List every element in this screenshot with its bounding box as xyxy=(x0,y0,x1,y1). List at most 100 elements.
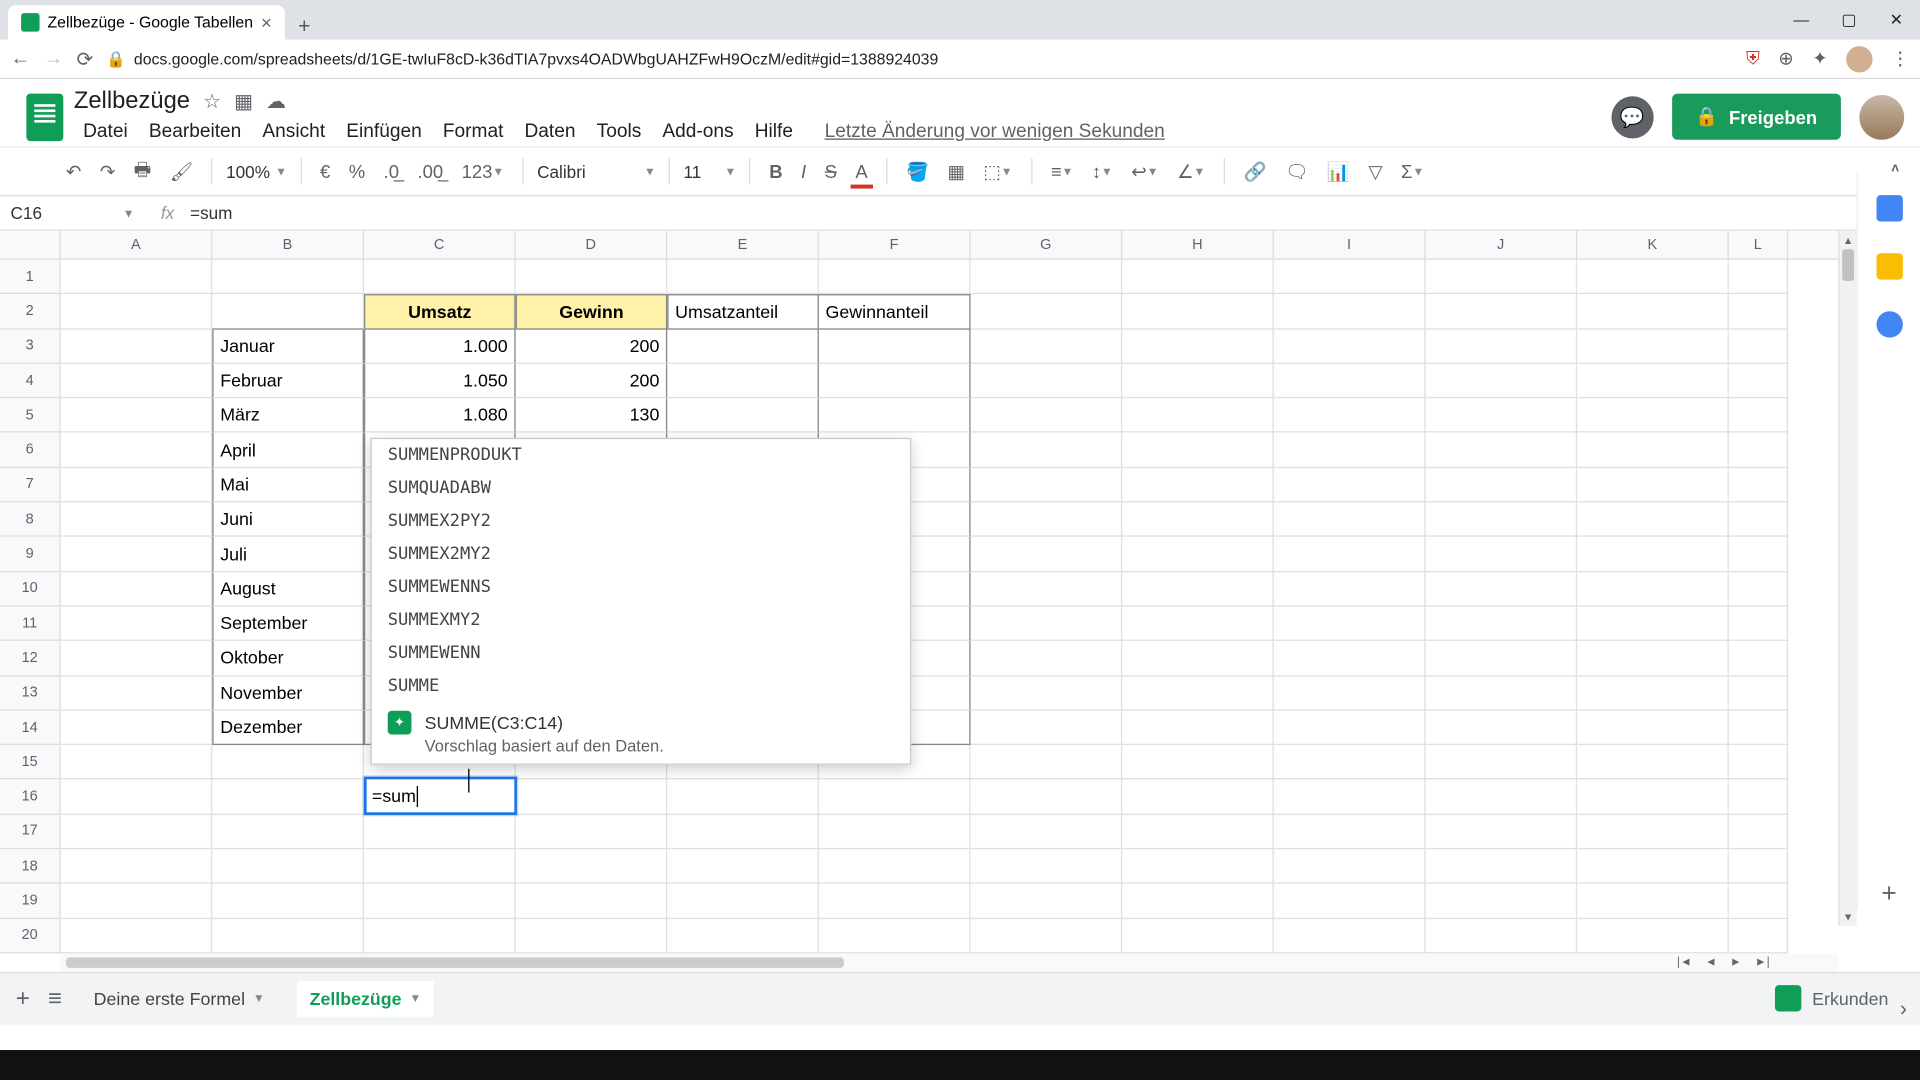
col-header[interactable]: I xyxy=(1274,231,1426,259)
cell[interactable] xyxy=(1729,503,1788,538)
cell[interactable] xyxy=(364,260,516,295)
cell[interactable] xyxy=(1122,398,1274,433)
cell[interactable] xyxy=(819,260,971,295)
cell[interactable] xyxy=(1426,260,1578,295)
cell[interactable] xyxy=(1426,398,1578,433)
menu-ansicht[interactable]: Ansicht xyxy=(253,117,334,146)
cell[interactable] xyxy=(212,745,364,780)
cell[interactable] xyxy=(1426,849,1578,884)
cell[interactable] xyxy=(1122,329,1274,364)
cell[interactable] xyxy=(667,919,819,954)
cell[interactable] xyxy=(1577,607,1729,642)
cell[interactable] xyxy=(61,607,213,642)
font-size-selector[interactable]: 11▼ xyxy=(684,162,737,182)
cell[interactable]: 1.050 xyxy=(364,364,516,399)
cell[interactable] xyxy=(819,919,971,954)
spreadsheet-grid[interactable]: A B C D E F G H I J K L 12UmsatzGewinnUm… xyxy=(0,231,1920,954)
cell[interactable] xyxy=(819,815,971,850)
italic-icon[interactable]: I xyxy=(796,157,812,186)
tab-scroll-right-icon[interactable]: ► xyxy=(1725,952,1747,970)
cell[interactable] xyxy=(1122,433,1274,468)
rotate-icon[interactable]: ∠▼ xyxy=(1172,156,1211,186)
cell[interactable] xyxy=(61,919,213,954)
col-header[interactable]: G xyxy=(971,231,1123,259)
new-tab-button[interactable]: + xyxy=(285,16,324,40)
cell[interactable] xyxy=(61,433,213,468)
strike-icon[interactable]: S xyxy=(819,157,842,186)
cell[interactable] xyxy=(1729,919,1788,954)
cell[interactable] xyxy=(1122,294,1274,329)
row-header[interactable]: 3 xyxy=(0,329,61,364)
horizontal-scrollbar[interactable]: |◄ ◄ ► ►| xyxy=(61,953,1839,971)
cell[interactable] xyxy=(1577,364,1729,399)
name-box[interactable]: C16▼ xyxy=(0,203,145,223)
cell[interactable] xyxy=(1274,364,1426,399)
adblock-icon[interactable]: ⛨ xyxy=(1746,47,1760,69)
cell[interactable]: Februar xyxy=(212,364,364,399)
cell[interactable] xyxy=(516,780,668,815)
cell[interactable] xyxy=(819,849,971,884)
share-button[interactable]: 🔒 Freigeben xyxy=(1672,94,1841,140)
cell[interactable] xyxy=(1729,849,1788,884)
ac-item[interactable]: SUMMEX2PY2 xyxy=(372,505,910,538)
ac-item[interactable]: SUMMEWENNS xyxy=(372,571,910,604)
cell[interactable] xyxy=(1426,884,1578,919)
comment-icon[interactable]: 🗨 xyxy=(1280,156,1314,186)
cell[interactable] xyxy=(971,745,1123,780)
star-icon[interactable]: ☆ xyxy=(203,89,221,113)
sheet-tab-active[interactable]: Zellbezüge▼ xyxy=(296,981,434,1017)
address-bar[interactable]: 🔒 docs.google.com/spreadsheets/d/1GE-twI… xyxy=(106,49,1733,67)
cell[interactable] xyxy=(1426,919,1578,954)
col-header[interactable]: D xyxy=(516,231,668,259)
vertical-scrollbar[interactable]: ▲ ▼ xyxy=(1838,231,1856,926)
cell[interactable]: 200 xyxy=(516,364,668,399)
account-avatar[interactable] xyxy=(1859,94,1904,139)
cell[interactable] xyxy=(364,815,516,850)
cell[interactable] xyxy=(1122,260,1274,295)
row-header[interactable]: 7 xyxy=(0,468,61,503)
cell[interactable] xyxy=(61,884,213,919)
cell[interactable] xyxy=(1122,745,1274,780)
zoom-selector[interactable]: 100%▼ xyxy=(226,162,287,182)
row-header[interactable]: 4 xyxy=(0,364,61,399)
tasks-icon[interactable] xyxy=(1876,311,1902,337)
cell[interactable] xyxy=(1426,641,1578,676)
merge-icon[interactable]: ⬚▼ xyxy=(978,156,1018,186)
cell[interactable]: Gewinn xyxy=(516,294,668,329)
row-header[interactable]: 8 xyxy=(0,503,61,538)
currency-icon[interactable]: € xyxy=(315,157,336,186)
cell[interactable] xyxy=(1577,294,1729,329)
cell[interactable] xyxy=(1122,884,1274,919)
ac-suggestion[interactable]: ✦ SUMME(C3:C14) Vorschlag basiert auf de… xyxy=(372,703,910,764)
cell[interactable] xyxy=(1274,815,1426,850)
row-header[interactable]: 13 xyxy=(0,676,61,711)
ac-item[interactable]: SUMMEXMY2 xyxy=(372,604,910,637)
cell[interactable] xyxy=(1426,329,1578,364)
cell[interactable] xyxy=(1122,468,1274,503)
cell[interactable] xyxy=(667,780,819,815)
cell[interactable] xyxy=(1729,433,1788,468)
tab-scroll-end-icon[interactable]: ►| xyxy=(1750,952,1775,970)
menu-addons[interactable]: Add-ons xyxy=(653,117,743,146)
close-icon[interactable]: × xyxy=(261,12,272,33)
cell[interactable]: 130 xyxy=(516,398,668,433)
cell[interactable] xyxy=(1274,884,1426,919)
cell[interactable] xyxy=(516,815,668,850)
minimize-icon[interactable]: ― xyxy=(1778,0,1825,40)
cell[interactable] xyxy=(667,849,819,884)
wrap-icon[interactable]: ↩▼ xyxy=(1126,156,1164,186)
cell[interactable] xyxy=(1426,711,1578,746)
active-cell-editor[interactable]: =sum xyxy=(364,777,517,815)
cell[interactable] xyxy=(1122,780,1274,815)
cell[interactable] xyxy=(1577,329,1729,364)
cell[interactable] xyxy=(971,607,1123,642)
cell[interactable]: August xyxy=(212,572,364,607)
cell[interactable] xyxy=(1577,815,1729,850)
cell[interactable]: September xyxy=(212,607,364,642)
cell[interactable] xyxy=(1122,572,1274,607)
cell[interactable]: Gewinnanteil xyxy=(819,294,971,329)
cell[interactable] xyxy=(971,537,1123,572)
cell[interactable] xyxy=(1274,468,1426,503)
cell[interactable] xyxy=(1122,503,1274,538)
cell[interactable]: November xyxy=(212,676,364,711)
